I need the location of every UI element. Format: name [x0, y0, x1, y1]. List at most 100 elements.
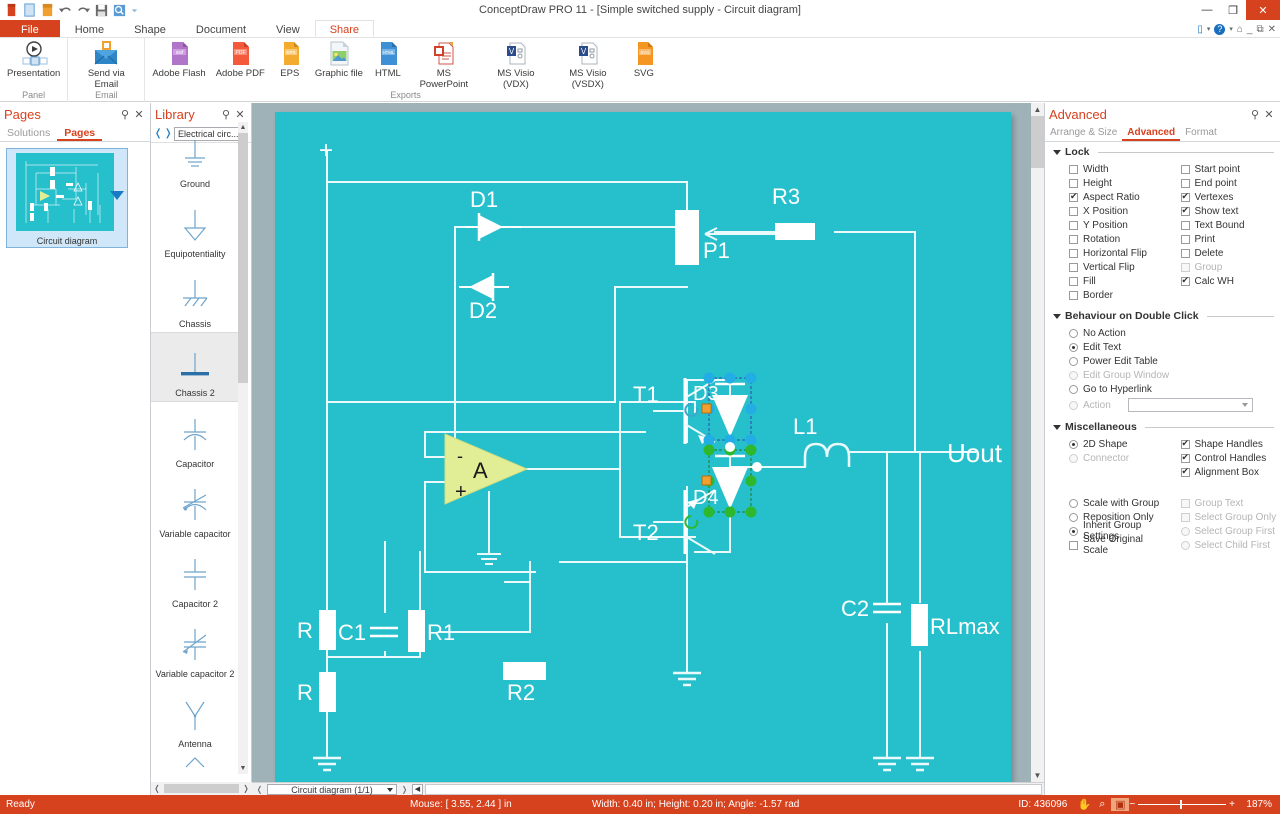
- tab-pages[interactable]: Pages: [57, 125, 102, 141]
- library-vertical-scrollbar[interactable]: ▲ ▼: [238, 122, 248, 774]
- lock-border-option[interactable]: Border: [1069, 288, 1163, 302]
- lock-text-bound-option[interactable]: Text Bound: [1181, 218, 1280, 232]
- lock-y-position-option[interactable]: Y Position: [1069, 218, 1163, 232]
- lock-width-option[interactable]: Width: [1069, 162, 1163, 176]
- page-prev-icon[interactable]: ❬: [254, 785, 265, 794]
- library-item-chassis[interactable]: Chassis: [151, 262, 239, 332]
- tab-arrange-size[interactable]: Arrange & Size: [1045, 125, 1122, 141]
- misc-alignment-box-option[interactable]: Alignment Box: [1181, 465, 1280, 479]
- chevron-down-icon[interactable]: [110, 191, 124, 200]
- export-adobe-flash-button[interactable]: swf Adobe Flash: [147, 38, 210, 80]
- checkbox[interactable]: [1069, 165, 1078, 174]
- library-item-variable-capacitor-2[interactable]: Variable capacitor 2: [151, 612, 239, 682]
- scroll-up-icon[interactable]: ▲: [238, 122, 248, 133]
- behaviour-go-to-hyperlink-option[interactable]: Go to Hyperlink: [1069, 382, 1280, 396]
- lock-fill-option[interactable]: Fill: [1069, 274, 1163, 288]
- checkbox[interactable]: [1181, 235, 1190, 244]
- checkbox[interactable]: [1181, 165, 1190, 174]
- pan-tool-icon[interactable]: ✋: [1075, 798, 1093, 811]
- action-dropdown[interactable]: [1128, 398, 1253, 412]
- ribbon-options-icon[interactable]: ⌂: [1237, 24, 1243, 35]
- page-next-icon[interactable]: ❭: [399, 785, 410, 794]
- checkbox[interactable]: [1181, 179, 1190, 188]
- canvas-area[interactable]: + D1 D2: [252, 103, 1044, 795]
- library-item-chassis-2[interactable]: Chassis 2: [151, 332, 239, 402]
- section-header-behaviour[interactable]: Behaviour on Double Click: [1045, 306, 1280, 323]
- checkbox[interactable]: [1069, 179, 1078, 188]
- scroll-right-icon[interactable]: ❭: [240, 784, 252, 793]
- close-document-icon[interactable]: ✕: [1268, 24, 1276, 35]
- minimize-button[interactable]: —: [1194, 0, 1220, 20]
- ribbon-tab-document[interactable]: Document: [181, 20, 261, 37]
- checkbox[interactable]: [1181, 249, 1190, 258]
- scroll-down-icon[interactable]: ▼: [1031, 769, 1044, 782]
- close-icon[interactable]: ✕: [132, 108, 146, 121]
- radio[interactable]: [1069, 527, 1078, 536]
- checkbox[interactable]: [1181, 207, 1190, 216]
- checkbox[interactable]: [1181, 277, 1190, 286]
- lock-x-position-option[interactable]: X Position: [1069, 204, 1163, 218]
- page-first-button[interactable]: ◀: [412, 784, 423, 795]
- maximize-button[interactable]: ❐: [1220, 0, 1246, 20]
- radio[interactable]: [1069, 513, 1078, 522]
- library-item-ground[interactable]: Ground: [151, 122, 239, 192]
- page-thumbnail-item[interactable]: Circuit diagram: [6, 148, 128, 248]
- lock-vertexes-option[interactable]: Vertexes: [1181, 190, 1280, 204]
- library-item-equipotentiality[interactable]: Equipotentiality: [151, 192, 239, 262]
- page-tab-strip[interactable]: [425, 784, 1042, 795]
- checkbox[interactable]: [1181, 468, 1190, 477]
- section-header-lock[interactable]: Lock: [1045, 142, 1280, 159]
- misc-save-original-scale-option[interactable]: Save Original Scale: [1069, 538, 1163, 552]
- export-eps-button[interactable]: EPS EPS: [270, 38, 310, 80]
- pin-icon[interactable]: ⚲: [219, 108, 233, 121]
- document-help-icon[interactable]: ▯: [1197, 24, 1203, 35]
- tab-solutions[interactable]: Solutions: [0, 125, 57, 141]
- misc-shape-handles-option[interactable]: Shape Handles: [1181, 437, 1280, 451]
- fit-page-icon[interactable]: ▣: [1111, 798, 1129, 811]
- scroll-down-icon[interactable]: ▼: [238, 763, 248, 774]
- checkbox[interactable]: [1181, 193, 1190, 202]
- minimize-ribbon-icon[interactable]: _: [1247, 24, 1253, 35]
- tab-format[interactable]: Format: [1180, 125, 1222, 141]
- diagram-sheet[interactable]: + D1 D2: [275, 112, 1011, 782]
- checkbox[interactable]: [1069, 291, 1078, 300]
- library-item-capacitor-2[interactable]: Capacitor 2: [151, 542, 239, 612]
- page-selector[interactable]: Circuit diagram (1/1): [267, 784, 397, 795]
- export-powerpoint-button[interactable]: MS PowerPoint: [408, 38, 480, 90]
- tab-advanced[interactable]: Advanced: [1122, 125, 1180, 141]
- behaviour-power-edit-table-option[interactable]: Power Edit Table: [1069, 354, 1280, 368]
- radio[interactable]: [1069, 343, 1078, 352]
- checkbox[interactable]: [1069, 207, 1078, 216]
- radio[interactable]: [1069, 357, 1078, 366]
- close-icon[interactable]: ✕: [233, 108, 247, 121]
- export-html-button[interactable]: HTML HTML: [368, 38, 408, 80]
- checkbox[interactable]: [1181, 221, 1190, 230]
- library-item-capacitor[interactable]: Capacitor: [151, 402, 239, 472]
- checkbox[interactable]: [1069, 249, 1078, 258]
- zoom-slider-knob[interactable]: [1180, 800, 1182, 809]
- close-button[interactable]: ✕: [1246, 0, 1280, 20]
- lock-start-point-option[interactable]: Start point: [1181, 162, 1280, 176]
- radio[interactable]: [1069, 440, 1078, 449]
- checkbox[interactable]: [1069, 263, 1078, 272]
- misc-2d-shape-option[interactable]: 2D Shape: [1069, 437, 1163, 451]
- zoom-slider[interactable]: [1138, 804, 1226, 805]
- restore-window-icon[interactable]: ⧉: [1256, 24, 1263, 35]
- scrollbar-thumb[interactable]: [238, 133, 248, 383]
- lock-horizontal-flip-option[interactable]: Horizontal Flip: [1069, 246, 1163, 260]
- scroll-left-icon[interactable]: ❬: [151, 784, 163, 793]
- lock-calc-wh-option[interactable]: Calc WH: [1181, 274, 1280, 288]
- zoom-select-icon[interactable]: ⌕: [1093, 798, 1111, 811]
- library-horizontal-scrollbar[interactable]: ❬ ❭: [151, 782, 252, 795]
- section-header-miscellaneous[interactable]: Miscellaneous: [1045, 417, 1280, 434]
- behaviour-no-action-option[interactable]: No Action: [1069, 326, 1280, 340]
- radio[interactable]: [1069, 499, 1078, 508]
- export-graphic-file-button[interactable]: Graphic file: [310, 38, 368, 80]
- ribbon-tab-shape[interactable]: Shape: [119, 20, 181, 37]
- circuit-diagram[interactable]: + D1 D2: [275, 112, 1011, 782]
- help-icon[interactable]: ?: [1214, 24, 1225, 35]
- lock-print-option[interactable]: Print: [1181, 232, 1280, 246]
- canvas-vertical-scrollbar[interactable]: ▲ ▼: [1031, 103, 1044, 782]
- send-via-email-button[interactable]: Send via Email: [70, 38, 142, 90]
- scrollbar-thumb[interactable]: [1031, 116, 1044, 168]
